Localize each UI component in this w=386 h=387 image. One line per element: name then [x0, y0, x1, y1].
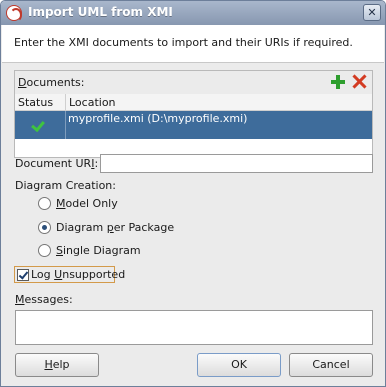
documents-label: Documents:	[18, 76, 85, 89]
header-instructions: Enter the XMI documents to import and th…	[14, 36, 353, 49]
column-divider	[65, 94, 66, 111]
radio-button[interactable]	[38, 197, 51, 210]
oracle-app-icon	[6, 5, 22, 22]
title-bar[interactable]: Import UML from XMI ✕	[1, 1, 385, 25]
documents-table: Status Location myprofile.xmi (D:\myprof…	[15, 94, 372, 157]
remove-icon[interactable]	[352, 74, 367, 89]
close-button[interactable]: ✕	[363, 4, 381, 21]
log-unsupported-checkbox[interactable]: Log Unsupported	[14, 266, 125, 283]
table-header: Status Location	[15, 94, 372, 111]
help-button[interactable]: Help	[15, 353, 99, 377]
documents-panel: Documents: Status Location myprofile.xmi…	[14, 70, 373, 158]
radio-label: Diagram per Package	[56, 221, 175, 234]
column-header-location[interactable]: Location	[69, 96, 116, 109]
messages-area[interactable]	[15, 310, 373, 345]
radio-button[interactable]	[38, 221, 51, 234]
location-cell: myprofile.xmi (D:\myprofile.xmi)	[68, 112, 248, 125]
check-icon	[32, 118, 47, 130]
import-uml-dialog: Import UML from XMI ✕ Enter the XMI docu…	[0, 0, 386, 387]
dialog-title: Import UML from XMI	[28, 5, 173, 19]
column-divider	[65, 111, 66, 139]
log-unsupported-label: Log Unsupported	[31, 268, 126, 281]
radio-label: Single Diagram	[56, 244, 141, 257]
column-header-status[interactable]: Status	[18, 96, 53, 109]
add-icon[interactable]	[331, 75, 345, 89]
document-uri-input[interactable]	[100, 154, 373, 173]
radio-button[interactable]	[38, 244, 51, 257]
messages-label: Messages:	[15, 293, 73, 306]
table-row[interactable]: myprofile.xmi (D:\myprofile.xmi)	[15, 111, 372, 139]
document-uri-label: Document URI:	[15, 157, 99, 170]
cancel-button[interactable]: Cancel	[289, 353, 373, 377]
radio-label: Model Only	[56, 197, 118, 210]
checkbox-checked-icon[interactable]	[17, 269, 29, 281]
header-panel: Enter the XMI documents to import and th…	[2, 25, 384, 63]
ok-button[interactable]: OK	[197, 353, 281, 377]
diagram-creation-label: Diagram Creation:	[15, 179, 116, 192]
